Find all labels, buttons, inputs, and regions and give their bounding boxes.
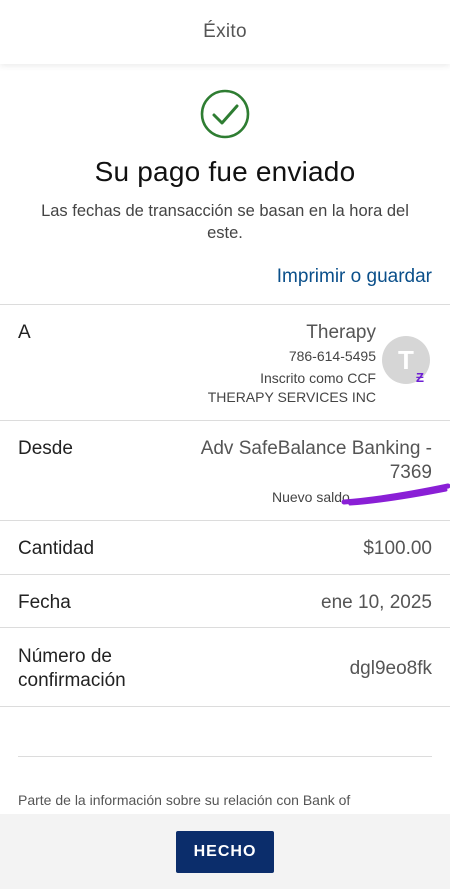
confirmation-label-line1: Número de [18, 646, 112, 667]
divider [0, 706, 450, 707]
to-label: A [18, 322, 31, 343]
from-label: Desde [18, 438, 73, 459]
confirmation-label-line2: confirmación [18, 670, 126, 691]
zelle-icon: Ƶ [416, 370, 424, 385]
confirmation-number: dgl9eo8fk [349, 658, 432, 679]
top-bar: Éxito [0, 0, 450, 64]
page-title: Éxito [203, 21, 247, 42]
footer-disclaimer: Parte de la información sobre su relació… [18, 792, 351, 808]
date-value: ene 10, 2025 [321, 592, 432, 613]
print-or-save-link[interactable]: Imprimir o guardar [277, 266, 432, 288]
divider [0, 420, 450, 421]
amount-label: Cantidad [18, 538, 95, 559]
recipient-name: Therapy [306, 322, 376, 343]
divider [0, 520, 450, 521]
recipient-business: THERAPY SERVICES INC [207, 389, 376, 405]
from-account-line1: Adv SafeBalance Banking - [200, 438, 432, 459]
timezone-note: Las fechas de transacción se basan en la… [41, 202, 409, 242]
amount-value: $100.00 [363, 538, 432, 559]
done-button[interactable]: HECHO [176, 831, 274, 873]
divider [0, 627, 450, 628]
divider [0, 304, 450, 305]
recipient-enrolled-as: Inscrito como CCF [260, 370, 376, 386]
divider [0, 574, 450, 575]
success-check-icon [200, 89, 250, 139]
redaction-scribble [341, 483, 450, 506]
avatar-initial: T [398, 344, 414, 375]
divider [18, 756, 432, 757]
success-headline: Su pago fue enviado [94, 156, 356, 187]
date-label: Fecha [18, 592, 71, 613]
recipient-phone: 786-614-5495 [288, 348, 376, 364]
